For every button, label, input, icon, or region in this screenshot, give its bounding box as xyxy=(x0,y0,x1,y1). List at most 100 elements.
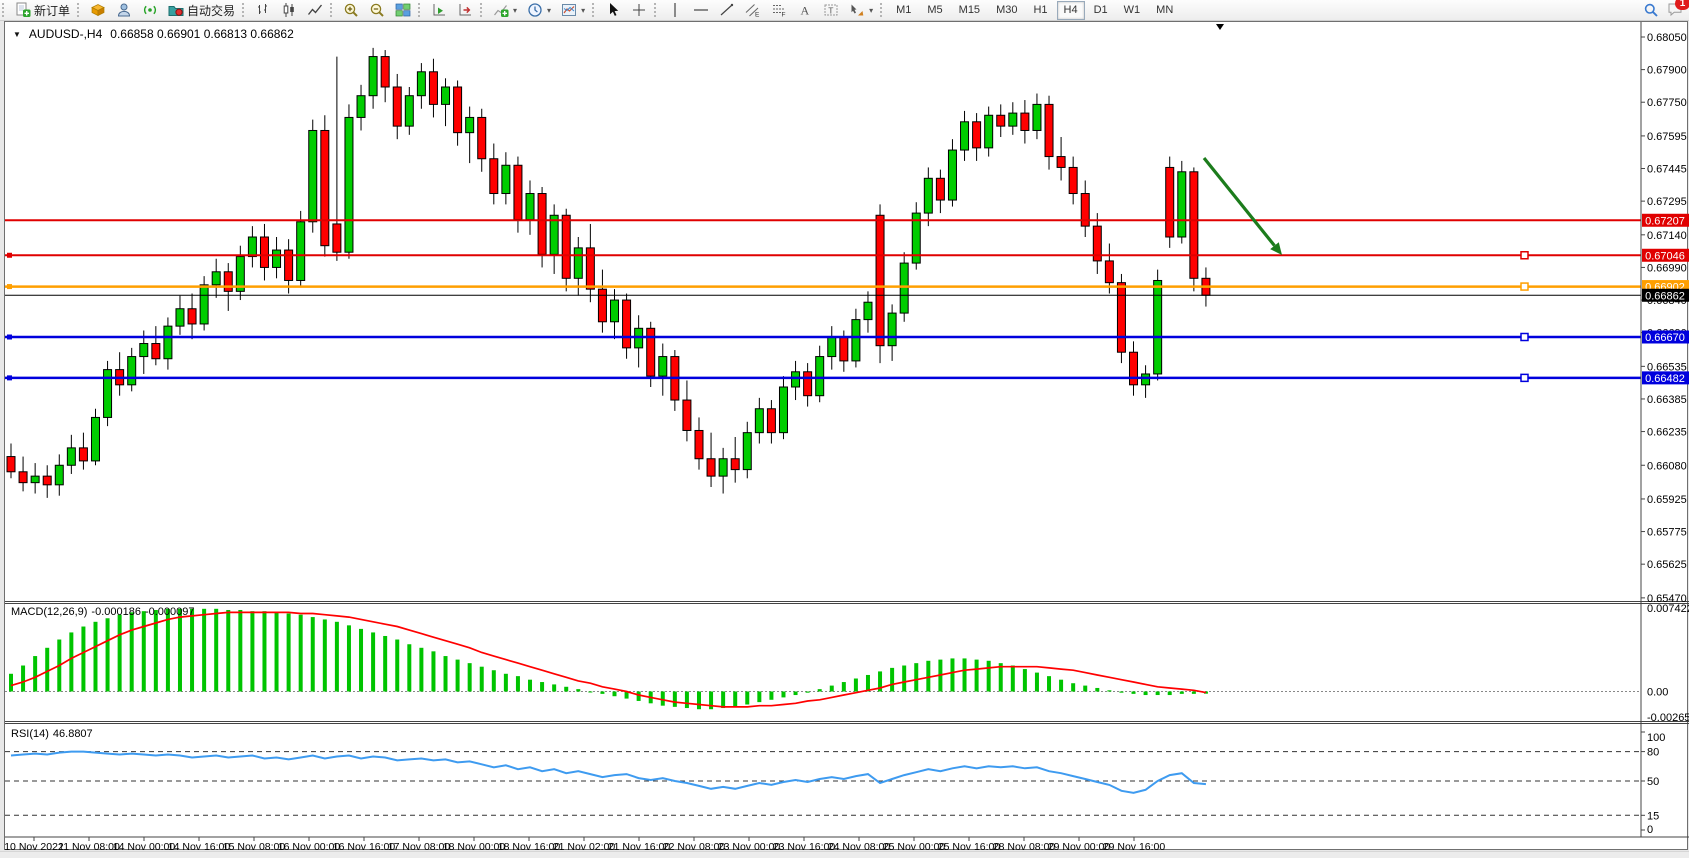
price-tick-label: 0.67750 xyxy=(1647,97,1687,109)
horizontal-level-line[interactable] xyxy=(5,283,1641,290)
chevron-down-icon[interactable]: ▾ xyxy=(581,6,585,15)
line-handle-right[interactable] xyxy=(1521,374,1528,381)
date-label: 28 Nov 08:00 xyxy=(993,841,1056,851)
profiles-button[interactable] xyxy=(111,0,137,21)
tile-windows-button[interactable] xyxy=(390,0,416,21)
macd-histogram-bar xyxy=(69,632,73,691)
search-icon[interactable] xyxy=(1643,2,1659,18)
date-label: 25 Nov 16:00 xyxy=(938,841,1001,851)
date-label: 23 Nov 00:00 xyxy=(718,841,781,851)
svg-text:0.66670: 0.66670 xyxy=(1645,332,1685,344)
macd-histogram-bar xyxy=(866,675,870,692)
macd-histogram-bar xyxy=(600,692,604,694)
bar-chart-icon xyxy=(255,2,271,18)
vertical-line-button[interactable] xyxy=(662,0,688,21)
new-order-button[interactable]: 新订单 xyxy=(10,0,75,21)
signals-button[interactable] xyxy=(137,0,163,21)
macd-histogram-bar xyxy=(1011,666,1015,692)
candle-down xyxy=(19,472,27,483)
timeframe-w1-button[interactable]: W1 xyxy=(1117,1,1148,20)
trend-arrow-annotation[interactable] xyxy=(1204,158,1282,255)
chevron-down-icon[interactable]: ▾ xyxy=(547,6,551,15)
candle-up xyxy=(200,285,208,324)
line-chart-button[interactable] xyxy=(302,0,328,21)
candle-down xyxy=(224,272,232,292)
notification-count-badge: 1 xyxy=(1675,0,1689,10)
candles xyxy=(7,48,1210,498)
macd-histogram-bar xyxy=(1107,690,1111,691)
date-label: 14 Nov 16:00 xyxy=(168,841,231,851)
rsi-tick-label: 100 xyxy=(1647,732,1665,744)
text-button[interactable]: A xyxy=(792,0,818,21)
zoom-out-button[interactable] xyxy=(364,0,390,21)
timeframe-d1-button[interactable]: D1 xyxy=(1087,1,1115,20)
candle-up xyxy=(128,357,136,385)
chevron-down-icon[interactable]: ▾ xyxy=(513,6,517,15)
macd-histogram-bar xyxy=(637,692,641,701)
timeframe-h4-button[interactable]: H4 xyxy=(1057,1,1085,20)
candle-down xyxy=(538,194,546,255)
chart-canvas[interactable]: 0.680500.679000.677500.675950.674450.672… xyxy=(5,22,1689,851)
timeframe-m30-button[interactable]: M30 xyxy=(989,1,1024,20)
macd-histogram-bar xyxy=(250,611,254,691)
line-handle-right[interactable] xyxy=(1521,252,1528,259)
line-handle-left[interactable] xyxy=(7,375,12,380)
arrows-button[interactable]: ▾ xyxy=(844,0,878,21)
cursor-icon xyxy=(605,2,621,18)
price-tick-label: 0.65775 xyxy=(1647,527,1687,539)
chevron-down-icon[interactable]: ▾ xyxy=(869,6,873,15)
line-handle-right[interactable] xyxy=(1521,334,1528,341)
timeframe-m15-button[interactable]: M15 xyxy=(952,1,987,20)
zoom-in-button[interactable] xyxy=(338,0,364,21)
timeframe-mn-button[interactable]: MN xyxy=(1149,1,1180,20)
timeframe-m5-button[interactable]: M5 xyxy=(920,1,949,20)
chart-window-icon xyxy=(90,2,106,18)
macd-histogram-bar xyxy=(226,610,230,692)
macd-histogram-bar xyxy=(1095,688,1099,692)
macd-histogram-bar xyxy=(1144,692,1148,696)
candle-down xyxy=(1069,167,1077,193)
macd-histogram-bar xyxy=(588,692,592,693)
horizontal-line-icon xyxy=(693,2,709,18)
text-label-button[interactable]: T xyxy=(818,0,844,21)
equidistant-channel-button[interactable]: E xyxy=(740,0,766,21)
horizontal-level-line[interactable] xyxy=(5,334,1641,341)
line-handle-left[interactable] xyxy=(7,284,12,289)
bar-chart-button[interactable] xyxy=(250,0,276,21)
line-handle-left[interactable] xyxy=(7,335,12,340)
periods-button[interactable]: ▾ xyxy=(522,0,556,21)
rsi-name: RSI(14) xyxy=(11,728,49,740)
autotrading-button[interactable]: 自动交易 xyxy=(163,0,240,21)
line-handle-left[interactable] xyxy=(7,253,12,258)
cursor-button[interactable] xyxy=(600,0,626,21)
notifications-button[interactable]: 1 xyxy=(1667,1,1683,20)
toolbar-grip xyxy=(880,3,885,17)
fibonacci-button[interactable]: F xyxy=(766,0,792,21)
timeframe-m1-button[interactable]: M1 xyxy=(889,1,918,20)
horizontal-line-button[interactable] xyxy=(688,0,714,21)
chart-shift-marker-icon[interactable] xyxy=(1216,24,1224,30)
new-chart-button[interactable] xyxy=(85,0,111,21)
candle-up xyxy=(611,300,619,322)
templates-button[interactable]: ▾ xyxy=(556,0,590,21)
rsi-line xyxy=(11,752,1206,793)
macd-histogram-bar xyxy=(902,666,906,692)
crosshair-button[interactable] xyxy=(626,0,652,21)
fibonacci-icon: F xyxy=(771,2,787,18)
rsi-tick-label: 15 xyxy=(1647,810,1659,822)
svg-text:F: F xyxy=(782,12,786,19)
indicators-button[interactable]: ▾ xyxy=(488,0,522,21)
price-tick-label: 0.67295 xyxy=(1647,196,1687,208)
window-menu-icon[interactable]: ▼ xyxy=(13,30,21,39)
macd-histogram-bar xyxy=(1047,676,1051,691)
candlestick-chart-button[interactable] xyxy=(276,0,302,21)
symbol-period-label: AUDUSD-,H4 xyxy=(29,27,102,41)
chart-shift-button[interactable] xyxy=(452,0,478,21)
trendline-button[interactable] xyxy=(714,0,740,21)
timeframe-h1-button[interactable]: H1 xyxy=(1026,1,1054,20)
auto-scroll-button[interactable] xyxy=(426,0,452,21)
candle-up xyxy=(719,459,727,476)
candle-down xyxy=(490,159,498,194)
line-handle-right[interactable] xyxy=(1521,283,1528,290)
candle-down xyxy=(876,215,884,345)
